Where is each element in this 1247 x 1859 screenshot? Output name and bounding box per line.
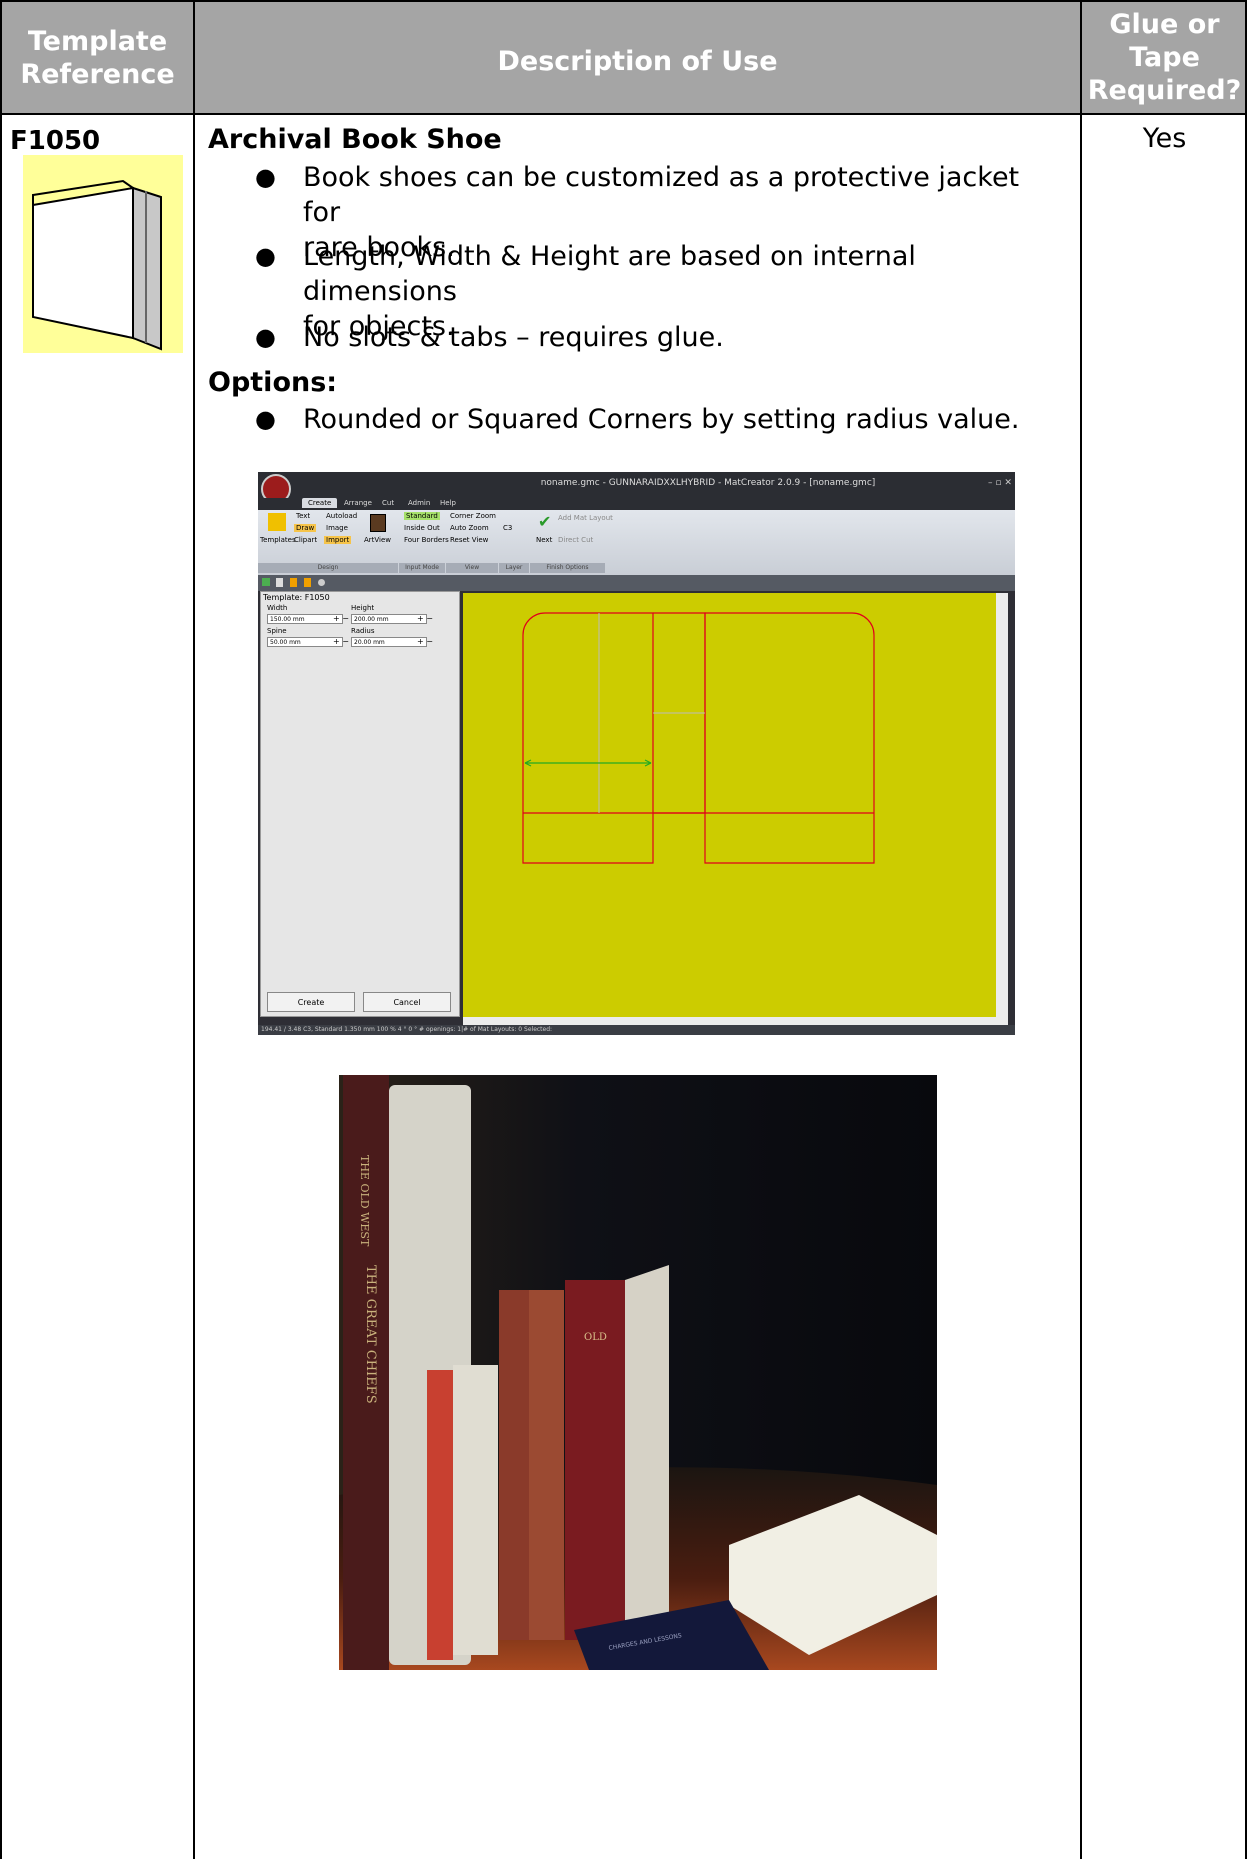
tab-help[interactable]: Help <box>440 499 456 507</box>
autoload-button[interactable]: Autoload <box>326 512 357 520</box>
width-label: Width <box>267 604 288 612</box>
group-layer: Layer <box>499 563 529 573</box>
app-tab-row: Create Arrange Cut Admin Help <box>258 498 1015 510</box>
template-label: Template: F1050 <box>263 593 330 602</box>
left-panel-outline <box>522 612 654 864</box>
inside-out-button[interactable]: Inside Out <box>404 524 440 532</box>
book-shoe-thumbnail <box>23 155 183 353</box>
corner-zoom-button[interactable]: Corner Zoom <box>450 512 496 520</box>
group-input-mode: Input Mode <box>399 563 445 573</box>
group-finish-options: Finish Options <box>530 563 605 573</box>
spine-text-great-chiefs: THE GREAT CHIEFS <box>363 1265 378 1404</box>
bullet-dot-icon: ● <box>255 163 276 191</box>
reset-view-button[interactable]: Reset View <box>450 536 488 544</box>
book-shoes-photo: THE OLD WEST THE GREAT CHIEFS OLD CHARGE… <box>339 1075 937 1670</box>
page-icon[interactable] <box>276 578 283 587</box>
templates-button[interactable]: Templates <box>260 536 296 544</box>
tab-create[interactable]: Create <box>302 498 338 508</box>
header-glue-line3: Required? <box>1087 75 1242 106</box>
bullet-dot-icon: ● <box>255 405 276 433</box>
bullet-3-line1: No slots & tabs – requires glue. <box>303 322 724 353</box>
book-icon[interactable] <box>290 578 297 587</box>
width-stepper[interactable]: + − <box>333 614 349 623</box>
four-borders-button[interactable]: Four Borders <box>404 536 449 544</box>
clipart-button[interactable]: Clipart <box>294 536 317 544</box>
auto-zoom-button[interactable]: Auto Zoom <box>450 524 489 532</box>
bullet-dot-icon: ● <box>255 242 276 270</box>
header-description-of-use: Description of Use <box>497 46 778 77</box>
bullet-1-line1: Book shoes can be customized as a protec… <box>303 162 1020 228</box>
template-title: Archival Book Shoe <box>208 124 502 155</box>
tab-admin[interactable]: Admin <box>408 499 430 507</box>
add-mat-layout-button[interactable]: Add Mat Layout <box>558 514 613 522</box>
tab-cut[interactable]: Cut <box>382 499 394 507</box>
book-title-old: OLD <box>584 1332 607 1343</box>
create-button[interactable]: Create <box>267 992 355 1012</box>
image-button[interactable]: Image <box>326 524 348 532</box>
header-glue-line2: Tape <box>1129 42 1200 73</box>
templates-icon <box>268 513 286 531</box>
circle-icon[interactable] <box>318 579 325 586</box>
tab-arrange[interactable]: Arrange <box>344 499 372 507</box>
table-border-top <box>0 0 1247 2</box>
import-button[interactable]: Import <box>324 536 352 544</box>
vertical-scrollbar[interactable] <box>996 593 1008 1017</box>
book-shoe-icon <box>32 179 162 351</box>
template-table: Template Reference Description of Use Gl… <box>0 0 1247 1859</box>
layer-c3-select[interactable]: C3 <box>503 524 512 532</box>
height-field[interactable]: 200.00 mm <box>351 614 427 624</box>
group-view: View <box>446 563 498 573</box>
bullet-dot-icon: ● <box>255 323 276 351</box>
table-header-divider <box>0 113 1247 115</box>
header-glue-or-tape: Glue or Tape Required? <box>1082 8 1247 107</box>
matcreator-screenshot: noname.gmc - GUNNARAIDXXLHYBRID - MatCre… <box>258 472 1015 1035</box>
app-ribbon: Templates Text Draw Clipart Autoload Ima… <box>258 510 1015 575</box>
header-template-reference-line1: Template <box>27 26 168 57</box>
height-stepper[interactable]: + − <box>417 614 433 623</box>
secondary-toolbar <box>258 575 1015 591</box>
direct-cut-button[interactable]: Direct Cut <box>558 536 593 544</box>
frame-icon[interactable] <box>304 578 311 587</box>
cancel-button[interactable]: Cancel <box>363 992 451 1012</box>
artview-icon <box>370 514 386 532</box>
next-button[interactable]: Next <box>536 536 552 544</box>
header-template-reference-line2: Reference <box>20 59 175 90</box>
right-panel-outline <box>704 612 875 864</box>
book-shoes-photo-drawing: THE OLD WEST THE GREAT CHIEFS OLD CHARGE… <box>339 1075 937 1670</box>
app-title: noname.gmc - GUNNARAIDXXLHYBRID - MatCre… <box>540 478 876 488</box>
spine-text-old-west: THE OLD WEST <box>358 1155 371 1247</box>
height-label: Height <box>351 604 375 612</box>
layers-icon[interactable] <box>262 578 270 586</box>
table-col-divider-2 <box>1080 0 1082 1859</box>
spine-field[interactable]: 50.00 mm <box>267 637 343 647</box>
options-label: Options: <box>208 367 338 398</box>
radius-label: Radius <box>351 627 375 635</box>
spine-stepper[interactable]: + − <box>333 637 349 646</box>
radius-stepper[interactable]: + − <box>417 637 433 646</box>
artview-button[interactable]: ArtView <box>364 536 391 544</box>
glue-required-value: Yes <box>1142 123 1187 154</box>
radius-field[interactable]: 20.00 mm <box>351 637 427 647</box>
checkmark-icon: ✔ <box>538 512 552 531</box>
design-canvas[interactable] <box>463 593 996 1017</box>
table-border-left <box>0 0 2 1859</box>
standard-button[interactable]: Standard <box>404 512 440 520</box>
horizontal-scrollbar[interactable] <box>463 1017 1008 1025</box>
text-button[interactable]: Text <box>296 512 310 520</box>
header-template-reference: Template Reference <box>2 25 193 91</box>
width-field[interactable]: 150.00 mm <box>267 614 343 624</box>
window-controls-icon[interactable]: – ▫ ✕ <box>988 478 1012 488</box>
template-parameters-panel: Template: F1050 Width 150.00 mm + − Heig… <box>260 591 460 1017</box>
table-col-divider-1 <box>193 0 195 1859</box>
template-reference-code: F1050 <box>10 126 101 156</box>
spine-label: Spine <box>267 627 287 635</box>
book-shoe-template-drawing <box>522 612 875 864</box>
status-bar: 194.41 / 3.48 C3, Standard 1.350 mm 100 … <box>258 1025 1015 1035</box>
group-design: Design <box>258 563 398 573</box>
bullet-2-line1: Length, Width & Height are based on inte… <box>303 241 916 307</box>
header-glue-line1: Glue or <box>1109 9 1220 40</box>
draw-button[interactable]: Draw <box>294 524 317 532</box>
option-1-text: Rounded or Squared Corners by setting ra… <box>303 404 1020 435</box>
